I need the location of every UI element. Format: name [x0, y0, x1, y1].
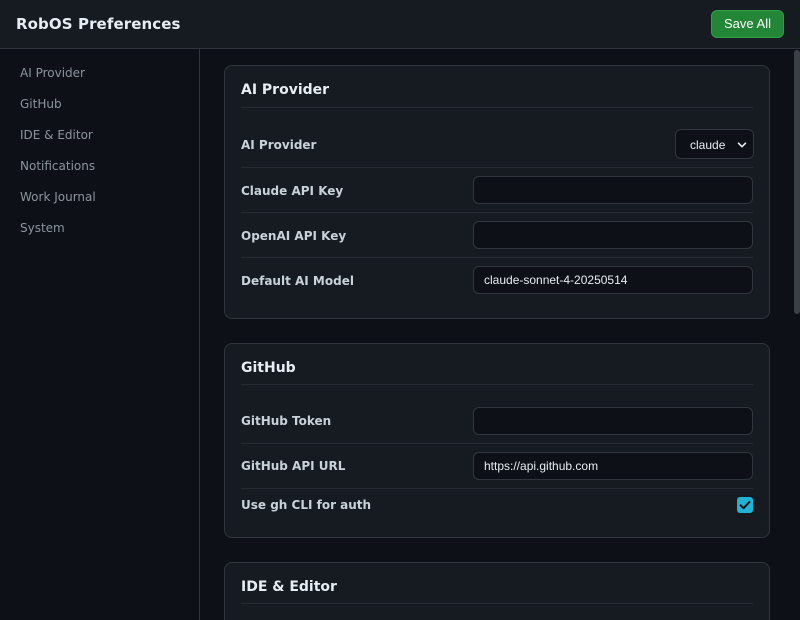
sidebar-item-system[interactable]: System [20, 221, 65, 241]
openai-api-key-input[interactable] [473, 221, 753, 249]
default-ai-model-label: Default AI Model [241, 274, 354, 288]
claude-api-key-label: Claude API Key [241, 184, 344, 198]
row-divider [241, 167, 753, 168]
sidebar-item-ai-provider[interactable]: AI Provider [20, 66, 85, 86]
section-title: AI Provider [241, 82, 330, 98]
ai-provider-select[interactable]: claude [675, 129, 754, 159]
claude-api-key-input[interactable] [473, 176, 753, 204]
sidebar-item-github[interactable]: GitHub [20, 97, 62, 117]
section-divider [241, 603, 753, 604]
header-bar: RobOS Preferences Save All [0, 0, 800, 49]
default-ai-model-input[interactable] [473, 266, 753, 294]
preferences-window: RobOS Preferences Save All AI Provider G… [0, 0, 800, 620]
chevron-down-icon [737, 142, 747, 148]
checkmark-icon [739, 500, 751, 510]
row-divider [241, 212, 753, 213]
row-divider [241, 257, 753, 258]
row-divider [241, 443, 753, 444]
use-gh-cli-label: Use gh CLI for auth [241, 498, 372, 512]
sidebar: AI Provider GitHub IDE & Editor Notifica… [0, 49, 200, 620]
save-all-button[interactable]: Save All [711, 10, 784, 38]
scrollbar-thumb[interactable] [794, 50, 800, 314]
section-divider [241, 384, 753, 385]
ai-provider-section: AI Provider AI Provider claude Claude AP… [224, 65, 770, 319]
openai-api-key-label: OpenAI API Key [241, 229, 347, 243]
github-token-input[interactable] [473, 407, 753, 435]
section-title: IDE & Editor [241, 579, 337, 595]
app-title: RobOS Preferences [16, 15, 181, 33]
github-token-label: GitHub Token [241, 414, 332, 428]
row-divider [241, 488, 753, 489]
ide-editor-section: IDE & Editor [224, 562, 770, 620]
use-gh-cli-checkbox[interactable] [737, 497, 753, 513]
github-api-url-label: GitHub API URL [241, 459, 346, 473]
github-section: GitHub GitHub Token GitHub API URL Use g… [224, 343, 770, 538]
section-title: GitHub [241, 360, 296, 376]
ai-provider-selected-value: claude [690, 138, 726, 152]
sidebar-item-notifications[interactable]: Notifications [20, 159, 95, 179]
ai-provider-label: AI Provider [241, 138, 317, 152]
github-api-url-input[interactable] [473, 452, 753, 480]
sidebar-item-ide-editor[interactable]: IDE & Editor [20, 128, 93, 148]
section-divider [241, 107, 753, 108]
sidebar-item-work-journal[interactable]: Work Journal [20, 190, 96, 210]
